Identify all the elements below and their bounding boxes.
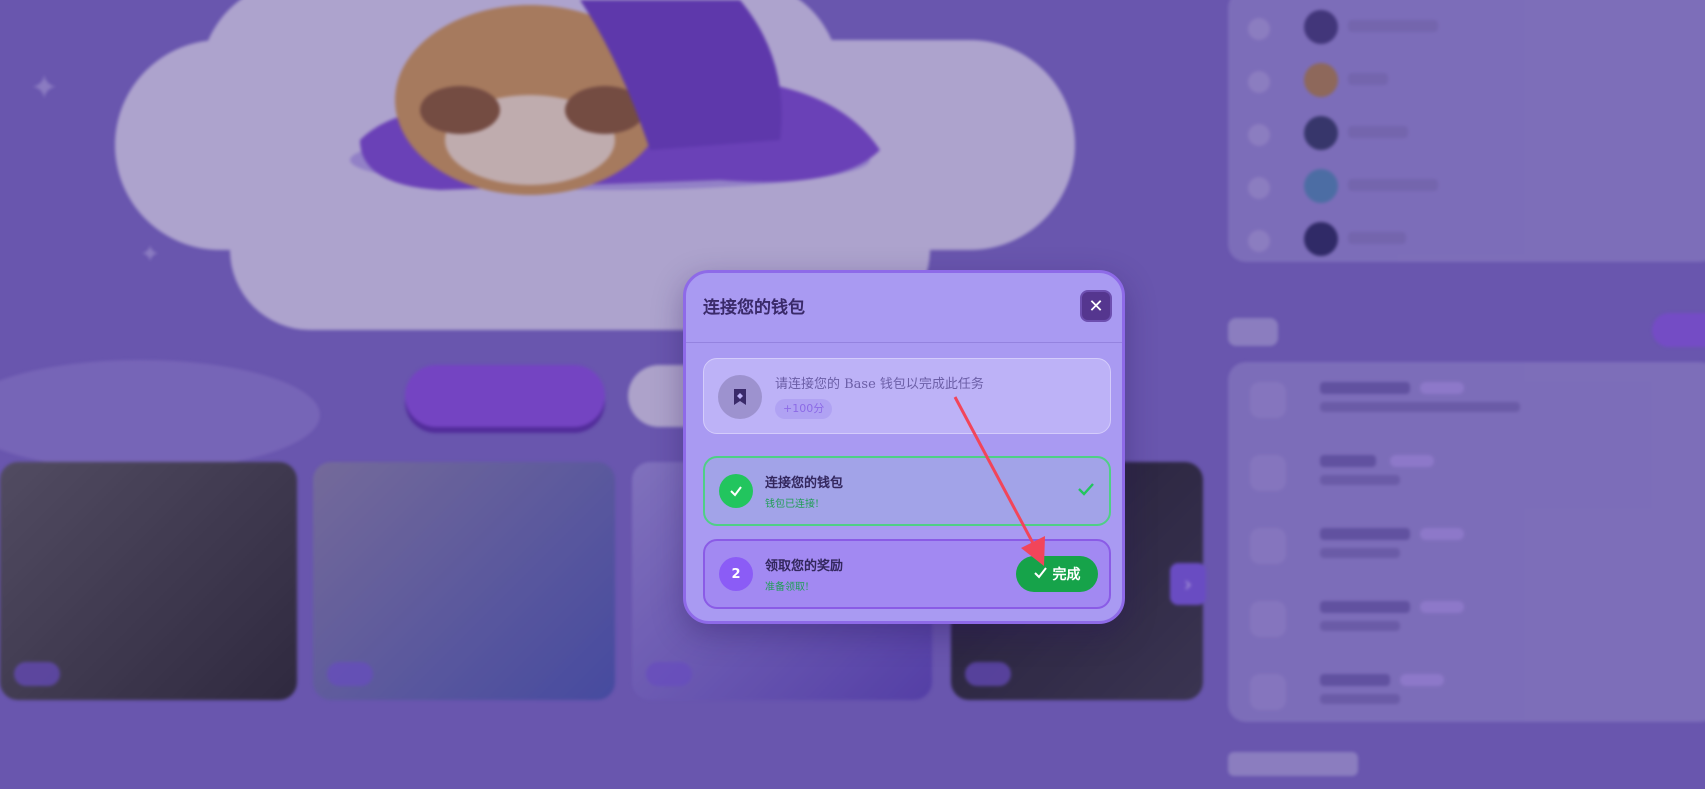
step-done-check-icon: [719, 474, 753, 508]
task-info-box: 请连接您的 Base 钱包以完成此任务 +100分: [703, 358, 1111, 434]
task-description: 请连接您的 Base 钱包以完成此任务: [775, 377, 984, 392]
step-subtitle: 准备领取!: [765, 582, 810, 593]
step-connect-wallet: 连接您的钱包 钱包已连接!: [703, 456, 1111, 526]
bookmark-icon: [718, 375, 762, 419]
points-badge: +100分: [775, 399, 833, 419]
check-icon: [1033, 566, 1047, 583]
close-icon: ✕: [1088, 295, 1104, 317]
step-title: 领取您的奖励: [765, 559, 844, 574]
connect-wallet-modal: 连接您的钱包 ✕ 请连接您的 Base 钱包以完成此任务 +100分 连接您的钱…: [683, 270, 1125, 624]
step-number: 2: [719, 557, 753, 591]
close-button[interactable]: ✕: [1080, 290, 1112, 322]
step-title: 连接您的钱包: [765, 476, 844, 491]
completed-check-icon: [1077, 480, 1095, 502]
complete-button[interactable]: 完成: [1016, 556, 1098, 592]
modal-title: 连接您的钱包: [703, 298, 805, 318]
complete-button-label: 完成: [1052, 567, 1081, 583]
modal-divider: [686, 342, 1122, 343]
step-subtitle: 钱包已连接!: [765, 499, 820, 510]
step-claim-reward: 2 领取您的奖励 准备领取! 完成: [703, 539, 1111, 609]
